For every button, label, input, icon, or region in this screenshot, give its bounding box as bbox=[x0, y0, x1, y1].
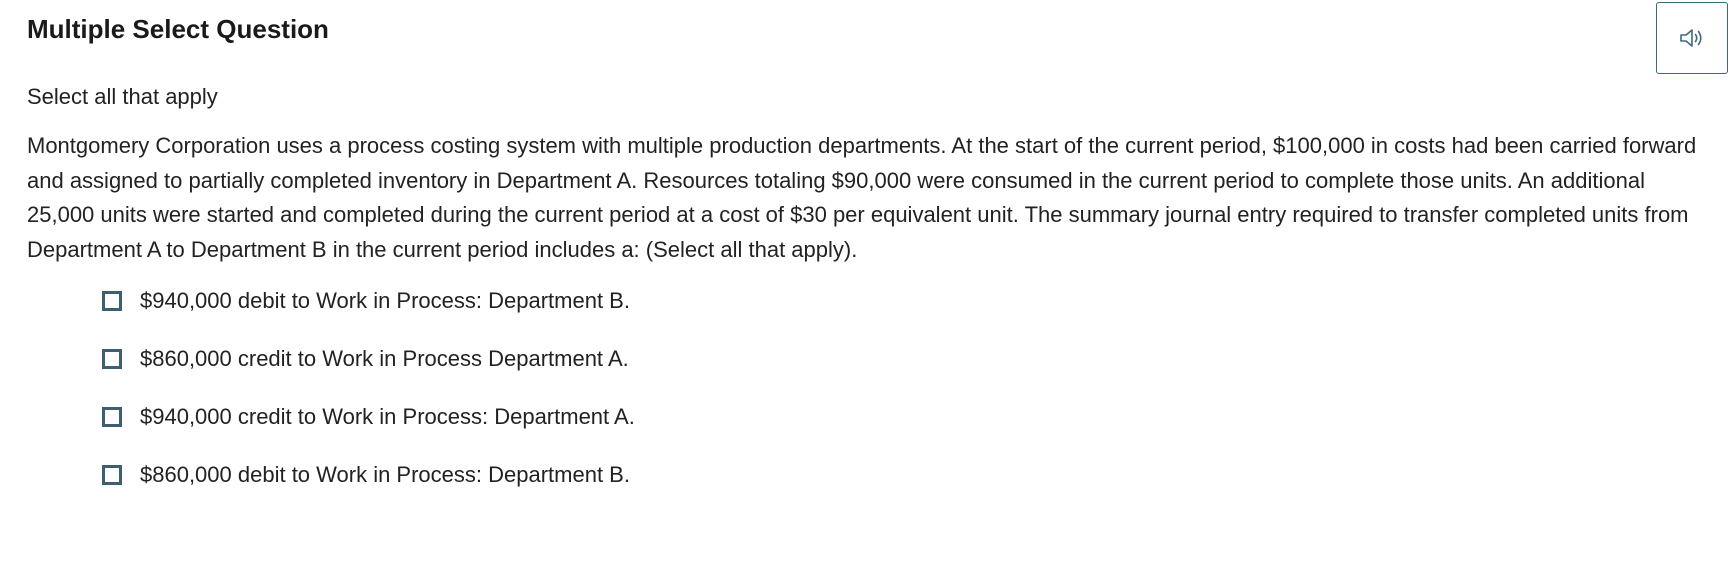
answer-option[interactable]: $940,000 credit to Work in Process: Depa… bbox=[102, 401, 635, 433]
option-label: $940,000 debit to Work in Process: Depar… bbox=[140, 288, 630, 313]
question-title: Multiple Select Question bbox=[27, 14, 329, 44]
speaker-icon bbox=[1679, 27, 1705, 49]
answer-options: $940,000 debit to Work in Process: Depar… bbox=[102, 285, 635, 517]
option-label: $860,000 credit to Work in Process Depar… bbox=[140, 346, 629, 371]
answer-option[interactable]: $860,000 credit to Work in Process Depar… bbox=[102, 343, 635, 375]
question-page: Multiple Select Question Select all that… bbox=[0, 0, 1732, 562]
question-instruction: Select all that apply bbox=[27, 84, 218, 109]
option-label: $940,000 credit to Work in Process: Depa… bbox=[140, 404, 635, 429]
answer-option[interactable]: $940,000 debit to Work in Process: Depar… bbox=[102, 285, 635, 317]
option-checkbox[interactable] bbox=[102, 407, 122, 427]
option-checkbox[interactable] bbox=[102, 465, 122, 485]
option-checkbox[interactable] bbox=[102, 349, 122, 369]
read-aloud-button[interactable] bbox=[1656, 2, 1728, 74]
option-checkbox[interactable] bbox=[102, 291, 122, 311]
question-prompt: Montgomery Corporation uses a process co… bbox=[27, 133, 1697, 262]
answer-option[interactable]: $860,000 debit to Work in Process: Depar… bbox=[102, 459, 635, 491]
option-label: $860,000 debit to Work in Process: Depar… bbox=[140, 462, 630, 487]
